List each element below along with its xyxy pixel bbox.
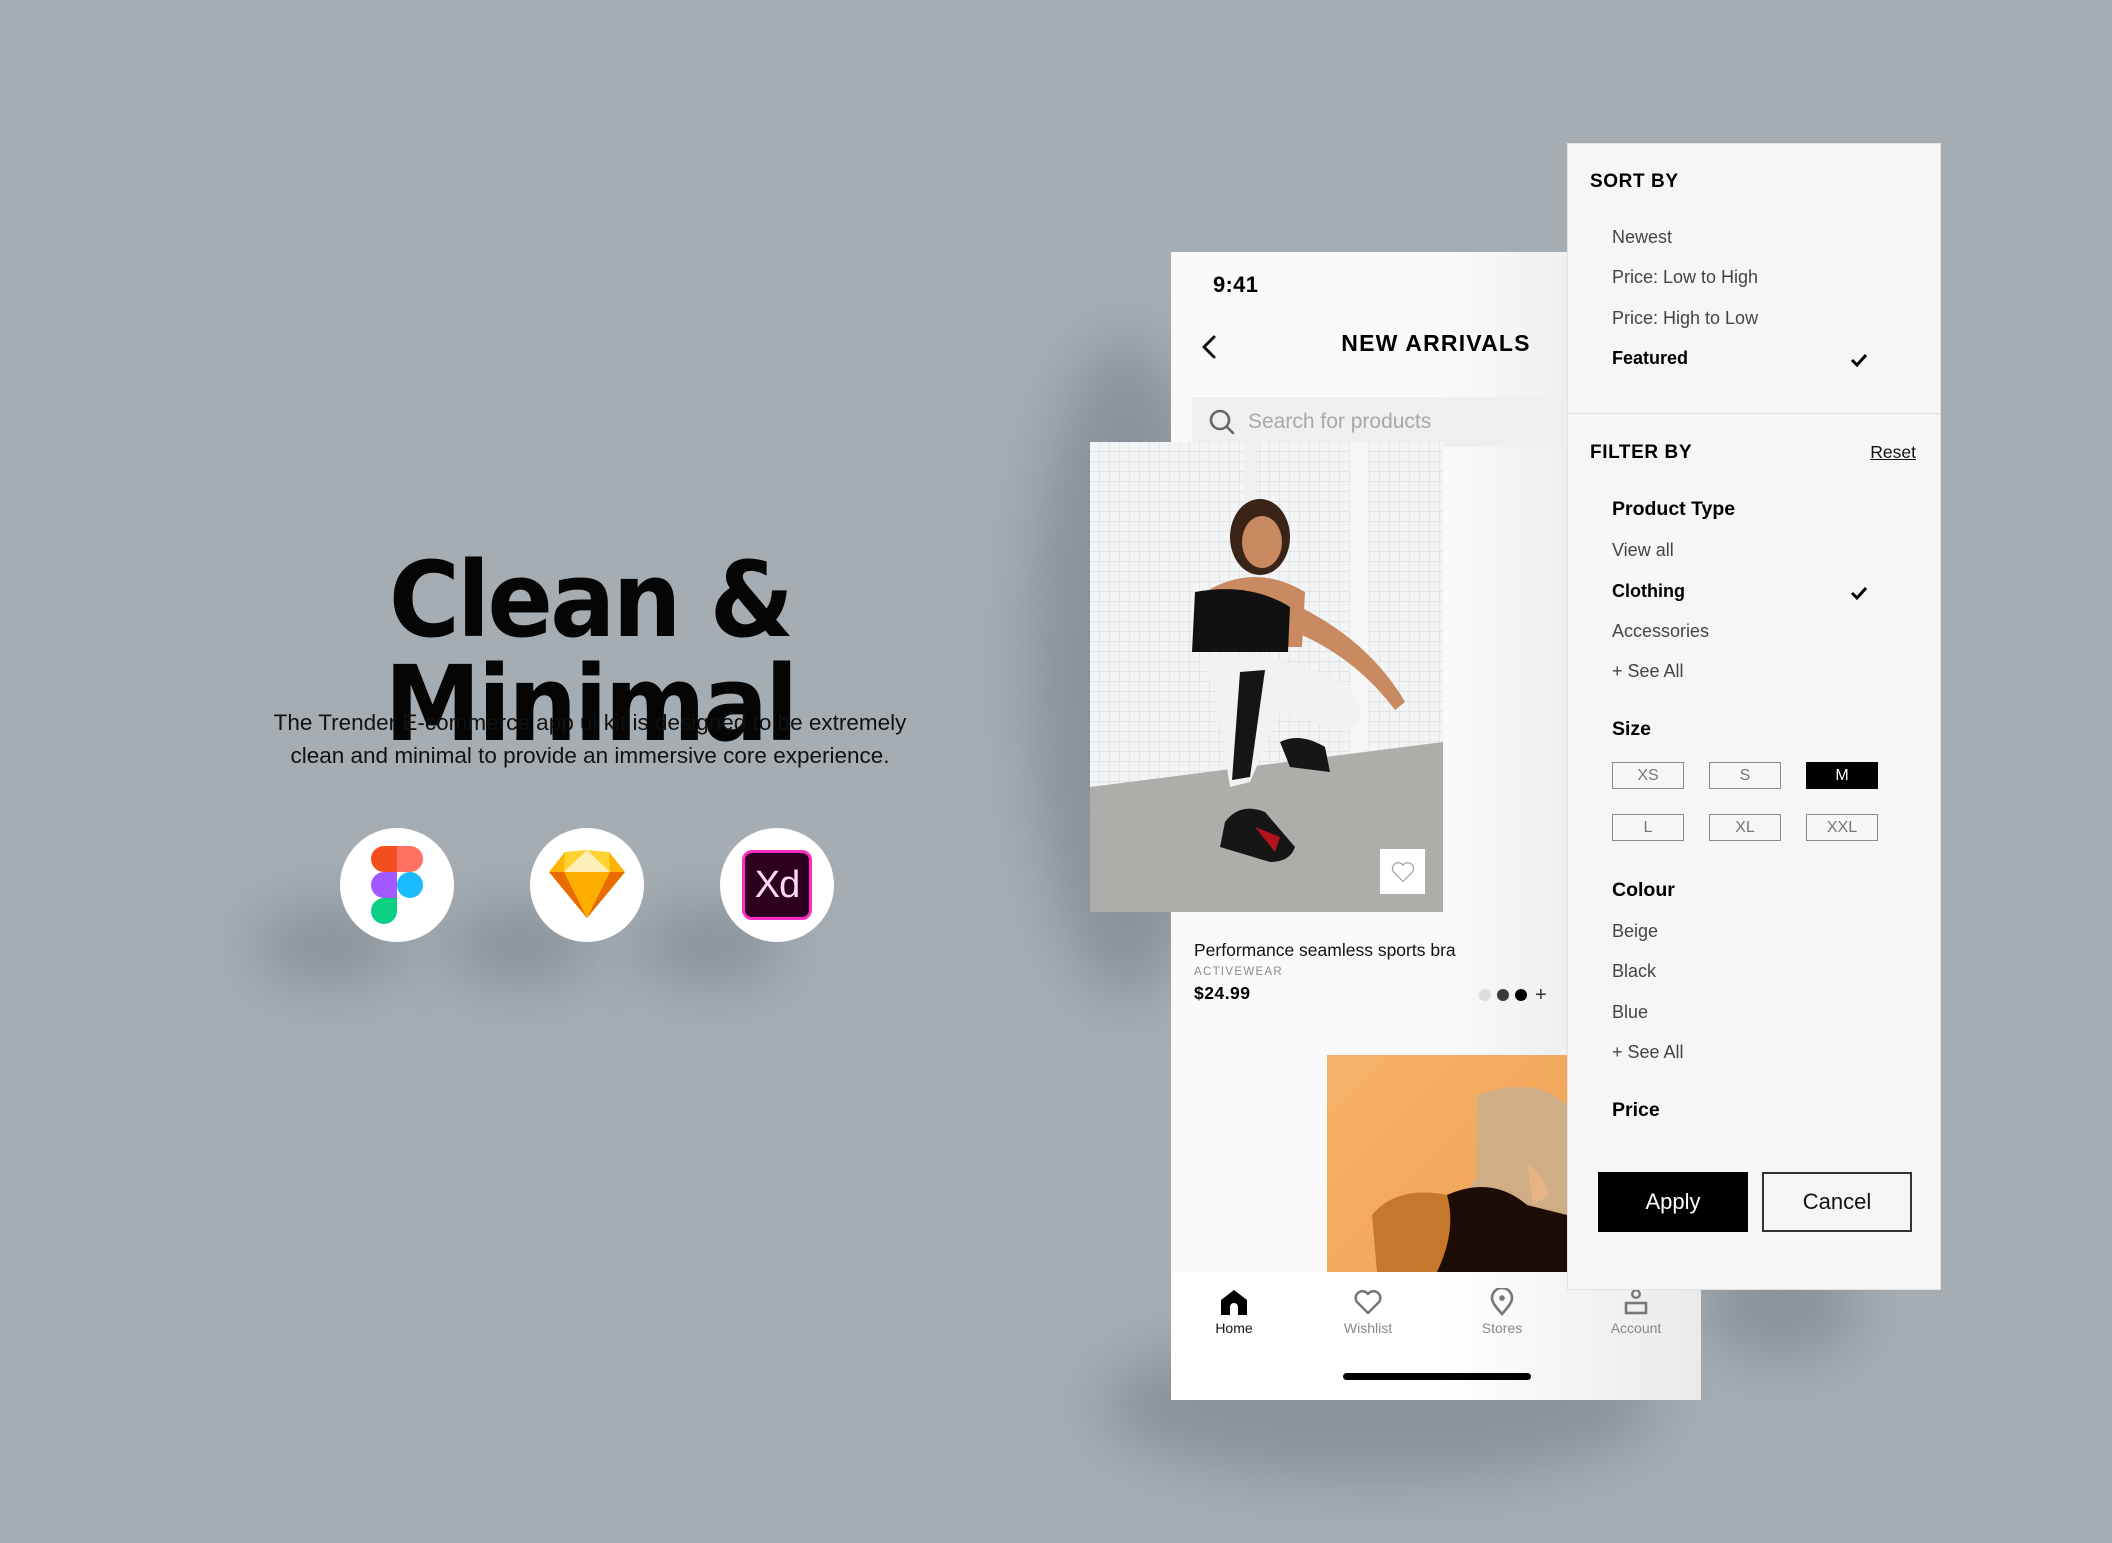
product-type-accessories[interactable]: Accessories (1612, 621, 1709, 642)
product-photo-illustration (1090, 442, 1443, 912)
size-title: Size (1612, 718, 1652, 740)
hero-description-line: clean and minimal to provide an immersiv… (290, 743, 890, 768)
size-s-button[interactable]: S (1709, 762, 1781, 789)
colour-see-all[interactable]: + See All (1612, 1042, 1684, 1063)
checkmark-icon (1850, 586, 1868, 601)
colour-black[interactable]: Black (1612, 961, 1656, 982)
product-price: $24.99 (1194, 983, 1251, 1003)
sort-by-title: SORT BY (1590, 171, 1679, 192)
product-image[interactable] (1090, 442, 1443, 912)
colour-title: Colour (1612, 879, 1675, 901)
more-colors-button[interactable]: + (1535, 985, 1547, 1005)
nav-item-account[interactable]: Account (1576, 1288, 1696, 1336)
bottom-nav: Home Wishlist Stores Account (1171, 1272, 1701, 1400)
size-xs-button[interactable]: XS (1612, 762, 1684, 789)
adobe-xd-logo-icon: Xd (742, 850, 812, 920)
hero-description-line: The Trender E-commerce app ui kit is des… (273, 710, 907, 735)
hero-description: The Trender E-commerce app ui kit is des… (190, 706, 990, 772)
product-type-clothing[interactable]: Clothing (1612, 581, 1685, 602)
sketch-badge (530, 828, 644, 942)
size-xxl-button[interactable]: XXL (1806, 814, 1878, 841)
price-title: Price (1612, 1099, 1660, 1121)
heart-outline-icon (1391, 861, 1414, 882)
size-m-button[interactable]: M (1806, 762, 1878, 789)
nav-label: Stores (1481, 1320, 1523, 1336)
color-swatch[interactable] (1497, 989, 1509, 1001)
adobe-xd-logo-text: Xd (754, 863, 800, 906)
checkmark-icon (1850, 353, 1868, 368)
sort-option-price-low-high[interactable]: Price: Low to High (1612, 267, 1758, 288)
search-icon (1209, 409, 1235, 435)
product-type-title: Product Type (1612, 498, 1736, 520)
account-icon (1624, 1289, 1648, 1315)
size-l-button[interactable]: L (1612, 814, 1684, 841)
nav-label: Home (1215, 1320, 1253, 1336)
filter-by-title: FILTER BY (1590, 442, 1693, 463)
nav-label: Account (1610, 1320, 1662, 1336)
size-xl-button[interactable]: XL (1709, 814, 1781, 841)
status-time: 9:41 (1213, 272, 1259, 297)
color-swatches: + (1479, 985, 1547, 1005)
apply-button[interactable]: Apply (1598, 1172, 1748, 1232)
divider (1568, 413, 1940, 414)
colour-beige[interactable]: Beige (1612, 921, 1658, 942)
reset-filters-link[interactable]: Reset (1870, 442, 1916, 463)
adobe-xd-badge: Xd (720, 828, 834, 942)
product-photo-illustration (1372, 1087, 1567, 1272)
product-category: ACTIVEWEAR (1194, 966, 1284, 978)
figma-badge (340, 828, 454, 942)
home-indicator (1343, 1373, 1531, 1380)
product-image[interactable] (1327, 1055, 1567, 1272)
figma-logo-icon (371, 846, 423, 924)
location-pin-icon (1490, 1288, 1514, 1316)
product-name[interactable]: Performance seamless sports bra (1194, 940, 1456, 961)
add-to-wishlist-button[interactable] (1380, 849, 1425, 894)
nav-item-wishlist[interactable]: Wishlist (1308, 1288, 1428, 1336)
cancel-button[interactable]: Cancel (1762, 1172, 1912, 1232)
sort-option-newest[interactable]: Newest (1612, 227, 1672, 248)
nav-item-stores[interactable]: Stores (1442, 1288, 1562, 1336)
colour-blue[interactable]: Blue (1612, 1002, 1648, 1023)
sort-filter-panel: SORT BY Newest Price: Low to High Price:… (1567, 143, 1941, 1290)
color-swatch[interactable] (1479, 989, 1491, 1001)
heart-icon (1354, 1289, 1382, 1315)
nav-item-home[interactable]: Home (1174, 1288, 1294, 1336)
nav-label: Wishlist (1343, 1320, 1393, 1336)
sort-option-price-high-low[interactable]: Price: High to Low (1612, 308, 1758, 329)
sort-option-featured[interactable]: Featured (1612, 348, 1688, 369)
sketch-logo-icon (549, 850, 625, 918)
product-type-see-all[interactable]: + See All (1612, 661, 1684, 682)
color-swatch[interactable] (1515, 989, 1527, 1001)
product-type-view-all[interactable]: View all (1612, 540, 1674, 561)
home-icon (1221, 1290, 1247, 1315)
